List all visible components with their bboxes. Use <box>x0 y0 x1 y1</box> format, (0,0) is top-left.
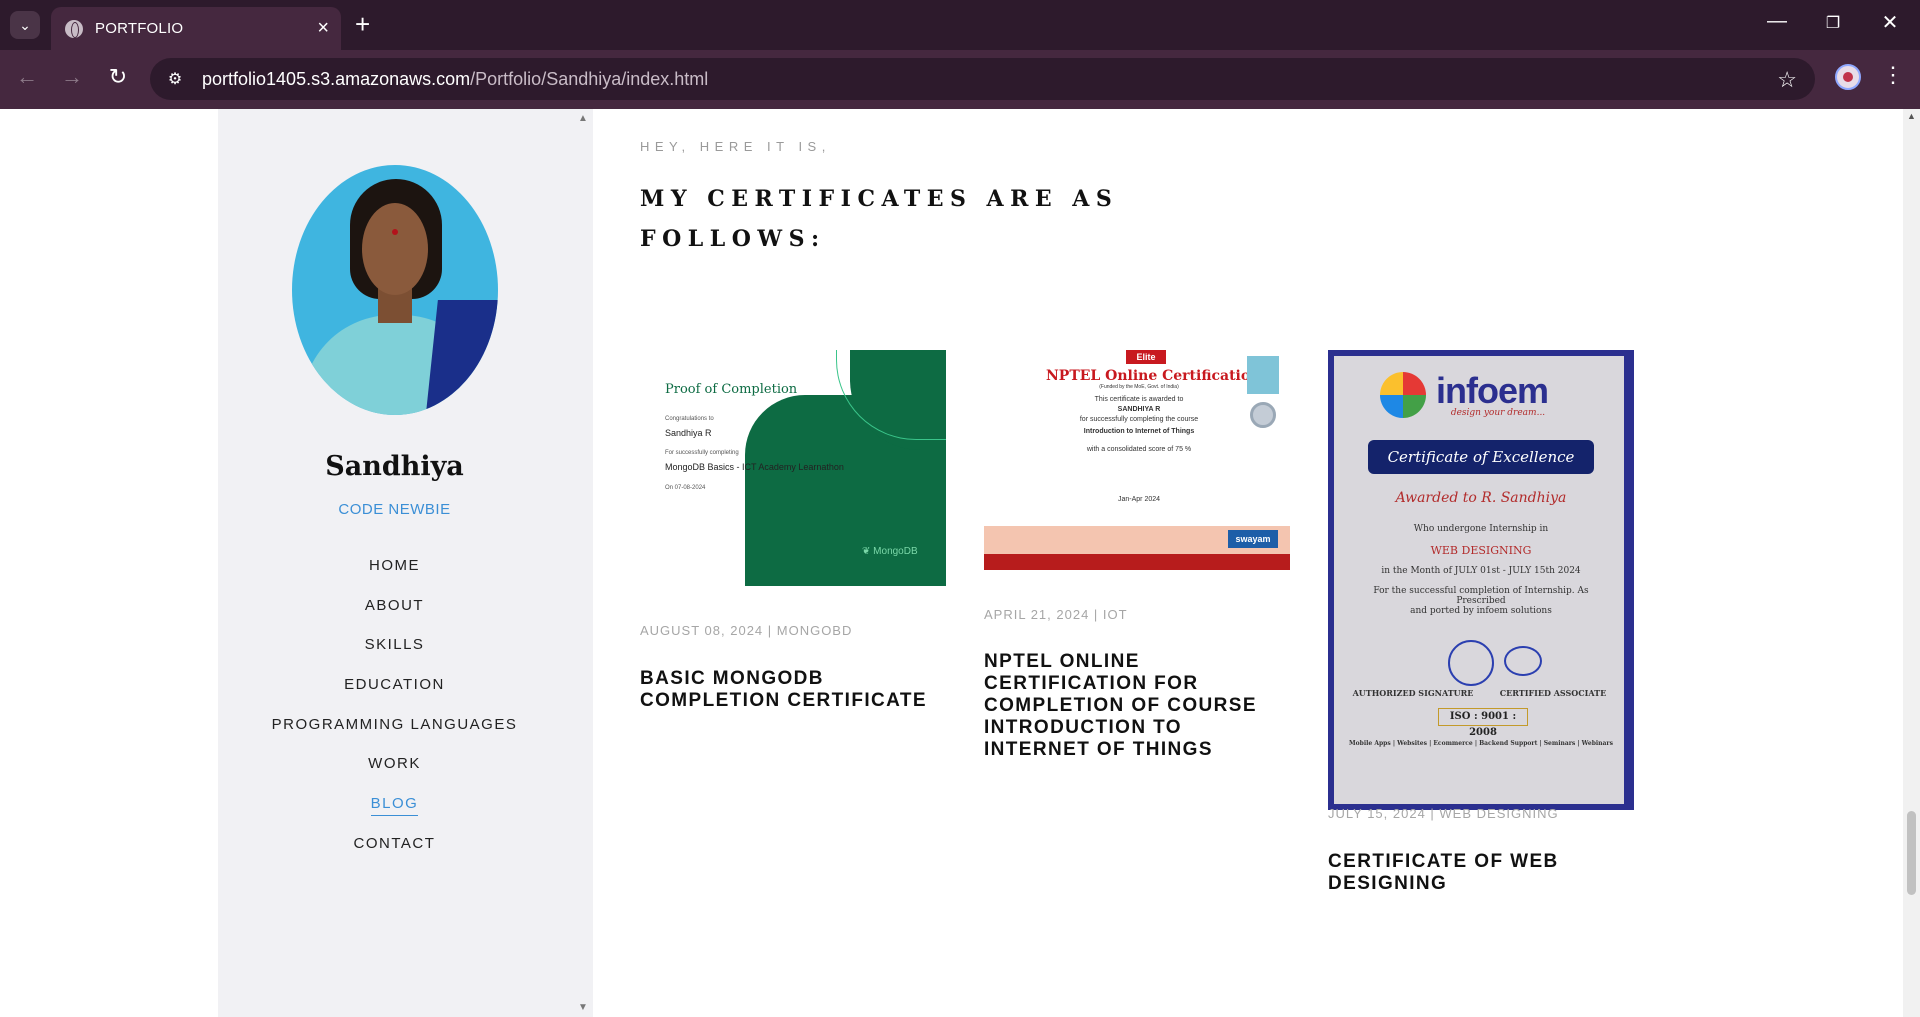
scrollbar-thumb[interactable] <box>1907 811 1916 895</box>
nav-about[interactable]: ABOUT <box>218 596 571 636</box>
certificate-meta: APRIL 21, 2024 | IOT <box>984 607 1128 622</box>
nav-work[interactable]: WORK <box>218 754 571 794</box>
page-scrollbar[interactable]: ▲ <box>1903 109 1920 1017</box>
browser-tabbar: ⌄ PORTFOLIO × + — ❐ ✕ <box>0 0 1920 50</box>
nav-blog[interactable]: BLOG <box>218 794 571 834</box>
page-viewport: Sandhiya CODE NEWBIE HOME ABOUT SKILLS E… <box>0 109 1920 1017</box>
close-window-button[interactable]: ✕ <box>1875 10 1905 35</box>
profile-role: CODE NEWBIE <box>338 501 451 518</box>
nav-skills[interactable]: SKILLS <box>218 635 571 675</box>
tab-title: PORTFOLIO <box>95 20 184 37</box>
browser-tab[interactable]: PORTFOLIO × <box>51 7 341 50</box>
certificate-image-nptel[interactable]: Elite NPTEL Online Certification (Funded… <box>984 350 1290 570</box>
nav-education[interactable]: EDUCATION <box>218 675 571 715</box>
nav-programming-languages[interactable]: PROGRAMMING LANGUAGES <box>218 715 571 755</box>
url-text[interactable]: portfolio1405.s3.amazonaws.com/Portfolio… <box>202 69 708 90</box>
section-title: MY CERTIFICATES ARE AS FOLLOWS: <box>640 186 1119 252</box>
globe-icon <box>65 19 83 38</box>
certificate-title[interactable]: NPTEL ONLINE CERTIFICATION FOR COMPLETIO… <box>984 651 1284 761</box>
restore-button[interactable]: ❐ <box>1818 13 1848 33</box>
site-info-icon[interactable]: ⚙ <box>160 64 190 94</box>
profile-name: Sandhiya <box>325 451 464 482</box>
sidebar-scroll-down[interactable]: ▼ <box>578 1002 588 1013</box>
certificate-title[interactable]: CERTIFICATE OF WEB DESIGNING <box>1328 851 1628 895</box>
intro-eyebrow: HEY, HERE IT IS, <box>640 139 831 154</box>
nav-contact[interactable]: CONTACT <box>218 834 571 874</box>
address-bar[interactable]: ⚙ portfolio1405.s3.amazonaws.com/Portfol… <box>150 58 1815 100</box>
mongodb-leaf-icon: ❦ MongoDB <box>862 546 918 557</box>
sidebar-nav: HOME ABOUT SKILLS EDUCATION PROGRAMMING … <box>218 556 571 874</box>
sidebar-scroll-up[interactable]: ▲ <box>578 113 588 124</box>
bookmark-star-icon[interactable]: ☆ <box>1777 67 1797 93</box>
main-content: HEY, HERE IT IS, MY CERTIFICATES ARE AS … <box>640 109 1900 1017</box>
close-tab-icon[interactable]: × <box>317 18 329 38</box>
sidebar: Sandhiya CODE NEWBIE HOME ABOUT SKILLS E… <box>218 109 593 1017</box>
certificate-title[interactable]: BASIC MONGODB COMPLETION CERTIFICATE <box>640 668 940 712</box>
reload-button[interactable]: ↻ <box>103 64 133 90</box>
forward-button[interactable]: → <box>57 64 87 90</box>
profile-photo <box>292 165 498 415</box>
back-button[interactable]: ← <box>12 64 42 90</box>
nav-home[interactable]: HOME <box>218 556 571 596</box>
tab-search-button[interactable]: ⌄ <box>10 11 40 39</box>
iso-badge-icon <box>1504 646 1542 676</box>
certificate-meta: AUGUST 08, 2024 | MONGOBD <box>640 623 853 638</box>
new-tab-button[interactable]: + <box>355 10 370 38</box>
profile-avatar[interactable] <box>1835 64 1861 90</box>
scroll-up-arrow-icon[interactable]: ▲ <box>1907 111 1916 121</box>
menu-kebab-icon[interactable]: ⋮ <box>1882 62 1904 88</box>
seal-icon <box>1448 640 1494 686</box>
minimize-button[interactable]: — <box>1762 10 1792 33</box>
certificate-image-web-designing[interactable]: infoem design your dream... Certificate … <box>1328 350 1634 810</box>
certificate-image-mongodb[interactable]: Proof of Completion Congratulations to S… <box>640 350 946 586</box>
medal-icon <box>1250 402 1276 428</box>
browser-toolbar: ← → ↻ ⚙ portfolio1405.s3.amazonaws.com/P… <box>0 50 1920 109</box>
certificate-meta: JULY 15, 2024 | WEB DESIGNING <box>1328 806 1559 821</box>
